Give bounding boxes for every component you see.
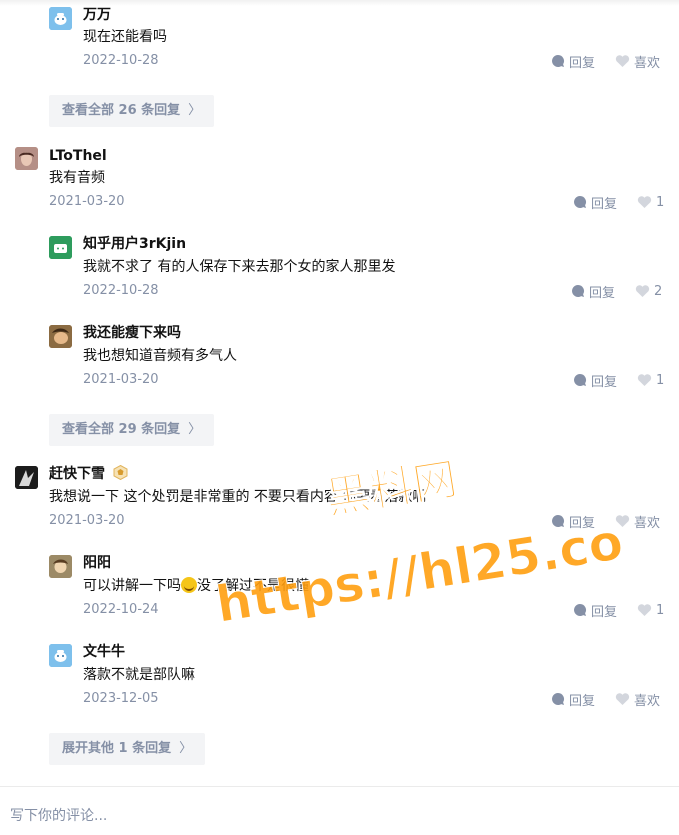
comment-date: 2022-10-28 xyxy=(83,283,159,298)
heart-icon xyxy=(637,374,652,386)
author-name[interactable]: LToThel xyxy=(49,147,107,165)
avatar[interactable] xyxy=(49,555,72,578)
heart-icon xyxy=(637,196,652,208)
comment-text: 现在还能看吗 xyxy=(83,29,167,45)
user-photo-icon xyxy=(49,325,72,348)
reply-label: 回复 xyxy=(569,55,596,71)
comment-bubble-icon xyxy=(552,514,565,527)
heart-icon xyxy=(637,604,652,616)
like-button[interactable]: 2 xyxy=(635,283,662,299)
author-name[interactable]: 知乎用户3rKjin xyxy=(83,235,186,253)
author-name[interactable]: 我还能瘦下来吗 xyxy=(83,324,181,342)
like-button[interactable]: 1 xyxy=(637,194,664,210)
like-count: 2 xyxy=(654,283,663,299)
like-count: 1 xyxy=(656,602,665,618)
comment-text-part: 可以讲解一下吗 xyxy=(83,578,181,594)
comment-text: 可以讲解一下吗 没了解过不是很懂 xyxy=(83,577,309,595)
comment-date: 2022-10-28 xyxy=(83,53,159,68)
expand-replies-label: 展开其他 1 条回复 xyxy=(62,741,172,756)
reply-button[interactable]: 回复 xyxy=(551,691,596,709)
comment-bubble-icon xyxy=(574,195,587,208)
reply-button[interactable]: 回复 xyxy=(573,602,618,620)
like-count: 1 xyxy=(656,372,665,388)
watermark-line2: https://hl25.co xyxy=(212,512,627,634)
author-name[interactable]: 文牛牛 xyxy=(83,643,125,661)
comment-text: 我也想知道音频有多气人 xyxy=(83,348,237,364)
reply-button[interactable]: 回复 xyxy=(551,513,596,531)
view-all-replies-label: 查看全部 26 条回复 xyxy=(62,103,181,118)
comment-bubble-icon xyxy=(574,603,587,616)
like-button[interactable]: 1 xyxy=(637,602,664,618)
view-all-replies-button[interactable]: 查看全部 29 条回复〉 xyxy=(49,414,215,446)
avatar[interactable] xyxy=(49,644,72,667)
expand-replies-button[interactable]: 展开其他 1 条回复〉 xyxy=(49,733,206,765)
avatar[interactable] xyxy=(15,147,38,170)
user-photo-icon xyxy=(15,466,38,489)
emoji-icon xyxy=(181,577,197,593)
reply-button[interactable]: 回复 xyxy=(571,283,616,301)
reply-label: 回复 xyxy=(569,515,596,531)
comment-input[interactable] xyxy=(8,807,612,825)
like-label: 喜欢 xyxy=(634,55,661,71)
comment-date: 2021-03-20 xyxy=(49,194,125,209)
default-avatar-icon xyxy=(49,236,72,259)
reply-label: 回复 xyxy=(591,196,618,212)
comment-bubble-icon xyxy=(574,373,587,386)
user-photo-icon xyxy=(15,147,38,170)
comment-composer xyxy=(0,786,679,835)
avatar[interactable] xyxy=(49,325,72,348)
author-name[interactable]: 阳阳 xyxy=(83,554,111,572)
heart-icon xyxy=(635,285,650,297)
comment-date: 2023-12-05 xyxy=(83,691,159,706)
avatar[interactable] xyxy=(49,7,72,30)
comment-bubble-icon xyxy=(552,692,565,705)
avatar[interactable] xyxy=(15,466,38,489)
like-button[interactable]: 喜欢 xyxy=(615,691,661,709)
author-name[interactable]: 赶快下雪 xyxy=(49,465,128,483)
comment-date: 2021-03-20 xyxy=(83,372,159,387)
reply-button[interactable]: 回复 xyxy=(551,53,596,71)
default-avatar-icon xyxy=(49,644,72,667)
comment-date: 2022-10-24 xyxy=(83,602,159,617)
like-button[interactable]: 喜欢 xyxy=(615,53,661,71)
like-count: 1 xyxy=(656,194,665,210)
like-button[interactable]: 喜欢 xyxy=(615,513,661,531)
like-button[interactable]: 1 xyxy=(637,372,664,388)
comment-text: 我想说一下 这个处罚是非常重的 不要只看内容 你要看落款啊 xyxy=(49,489,427,505)
chevron-right-icon: 〉 xyxy=(188,103,202,118)
like-label: 喜欢 xyxy=(634,515,661,531)
reply-label: 回复 xyxy=(591,374,618,390)
reply-button[interactable]: 回复 xyxy=(573,194,618,212)
view-all-replies-button[interactable]: 查看全部 26 条回复〉 xyxy=(49,95,215,127)
comment-text: 我就不求了 有的人保存下来去那个女的家人那里发 xyxy=(83,259,396,275)
reply-label: 回复 xyxy=(591,604,618,620)
comment-text-part: 没了解过不是很懂 xyxy=(197,578,309,594)
reply-button[interactable]: 回复 xyxy=(573,372,618,390)
heart-icon xyxy=(615,515,630,527)
default-avatar-icon xyxy=(49,7,72,30)
reply-label: 回复 xyxy=(569,693,596,709)
author-name[interactable]: 万万 xyxy=(83,6,111,24)
user-photo-icon xyxy=(49,555,72,578)
comment-bubble-icon xyxy=(572,284,585,297)
comment-text: 我有音频 xyxy=(49,170,105,186)
comment-date: 2021-03-20 xyxy=(49,513,125,528)
author-name-text: 赶快下雪 xyxy=(49,466,105,482)
level-badge-icon xyxy=(113,465,128,480)
like-label: 喜欢 xyxy=(634,693,661,709)
heart-icon xyxy=(615,55,630,67)
heart-icon xyxy=(615,693,630,705)
chevron-right-icon: 〉 xyxy=(188,422,202,437)
chevron-right-icon: 〉 xyxy=(179,741,193,756)
view-all-replies-label: 查看全部 29 条回复 xyxy=(62,422,181,437)
reply-label: 回复 xyxy=(589,285,616,301)
comment-bubble-icon xyxy=(552,54,565,67)
comment-text: 落款不就是部队嘛 xyxy=(83,667,195,683)
avatar[interactable] xyxy=(49,236,72,259)
